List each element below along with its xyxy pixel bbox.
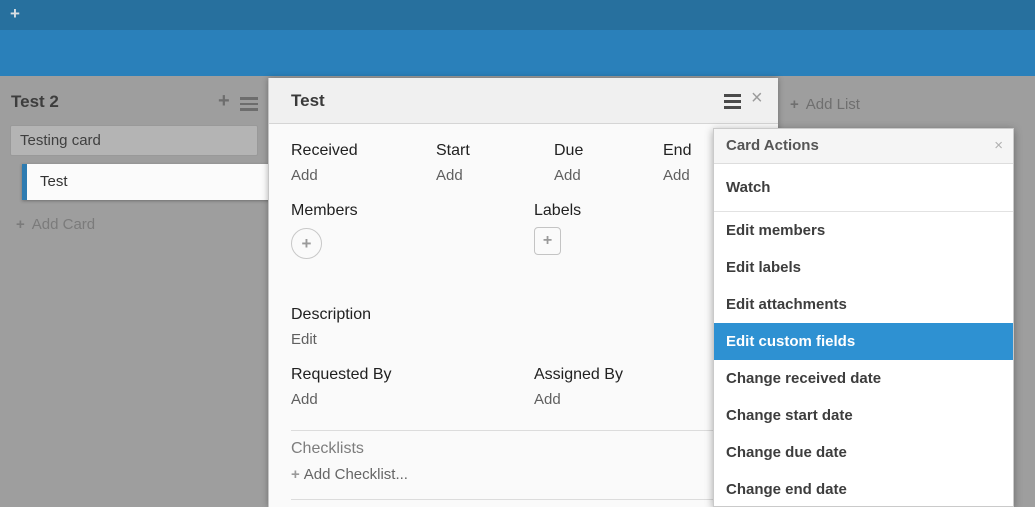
menu-item-edit-labels[interactable]: Edit labels [714,249,1013,286]
card-actions-menu: Card Actions × Watch Edit members Edit l… [713,128,1014,507]
menu-item-change-end-date[interactable]: Change end date [714,471,1013,507]
menu-item-edit-custom-fields[interactable]: Edit custom fields [714,323,1013,360]
card-actions-title: Card Actions [726,137,819,154]
members-labels-row: Members + Labels + [291,202,778,259]
list-add-card-icon[interactable]: + [218,90,230,113]
card-testing-card[interactable]: Testing card [10,125,258,156]
add-member-button[interactable]: + [291,228,322,259]
add-checklist-button[interactable]: +Add Checklist... [291,466,408,483]
divider [291,499,778,500]
add-card-label: Add Card [32,216,95,233]
plus-icon: + [790,96,799,113]
date-field-start: Start Add [436,142,554,187]
add-due-date-link[interactable]: Add [554,167,663,187]
add-requested-by-link[interactable]: Add [291,391,534,411]
menu-item-edit-members[interactable]: Edit members [714,212,1013,249]
requested-by-section: Requested By Add [291,366,534,411]
top-navbar: + [0,0,1035,30]
list-menu-icon[interactable] [240,97,258,114]
board-header-bar [0,30,1035,76]
start-label: Start [436,142,554,162]
add-list-label: Add List [806,96,860,113]
date-field-received: Received Add [291,142,436,187]
add-checklist-label: Add Checklist... [304,466,408,483]
members-label: Members [291,202,534,222]
checklists-section: Checklists +Add Checklist... [291,440,408,483]
end-label: End [663,142,691,162]
close-icon[interactable]: × [994,129,1003,163]
add-list-button[interactable]: + Add List [790,96,860,113]
requested-assigned-row: Requested By Add Assigned By Add [291,366,778,411]
received-label: Received [291,142,436,162]
menu-item-change-received-date[interactable]: Change received date [714,360,1013,397]
assigned-by-section: Assigned By Add [534,366,623,411]
date-field-due: Due Add [554,142,663,187]
add-card-button[interactable]: + Add Card [16,216,95,233]
members-section: Members + [291,202,534,259]
card-modal-header: Test × [269,78,778,124]
menu-item-change-start-date[interactable]: Change start date [714,397,1013,434]
menu-item-edit-attachments[interactable]: Edit attachments [714,286,1013,323]
list-test-2: Test 2 + Testing card Test +Add Card [0,76,268,507]
close-icon[interactable]: × [751,87,763,110]
add-received-date-link[interactable]: Add [291,167,436,187]
card-title: Test [291,91,325,111]
menu-item-watch[interactable]: Watch [714,164,1013,212]
app-root: + Test 2 + Testing card Test + Add Card +… [0,0,1035,507]
date-field-end: End Add [663,142,691,187]
plus-icon: + [16,216,25,233]
card-detail-modal: Test × Received Add Start Add Due Add En… [268,78,778,507]
description-section: Description Edit [291,306,371,351]
checklists-label: Checklists [291,440,408,462]
add-board-icon[interactable]: + [10,4,20,24]
labels-section: Labels + [534,202,581,259]
divider [291,430,778,431]
list-title: Test 2 [11,92,59,112]
edit-description-link[interactable]: Edit [291,331,371,351]
card-test[interactable]: Test [22,164,291,200]
add-label-button[interactable]: + [534,227,561,255]
menu-item-change-due-date[interactable]: Change due date [714,434,1013,471]
labels-label: Labels [534,202,581,222]
card-actions-menu-header: Card Actions × [714,129,1013,164]
plus-icon: + [291,466,300,483]
add-end-date-link[interactable]: Add [663,167,691,187]
card-dates-row: Received Add Start Add Due Add End Add [291,142,778,187]
description-label: Description [291,306,371,326]
add-start-date-link[interactable]: Add [436,167,554,187]
due-label: Due [554,142,663,162]
requested-by-label: Requested By [291,366,534,386]
add-assigned-by-link[interactable]: Add [534,391,623,411]
assigned-by-label: Assigned By [534,366,623,386]
card-actions-menu-icon[interactable] [724,94,741,112]
